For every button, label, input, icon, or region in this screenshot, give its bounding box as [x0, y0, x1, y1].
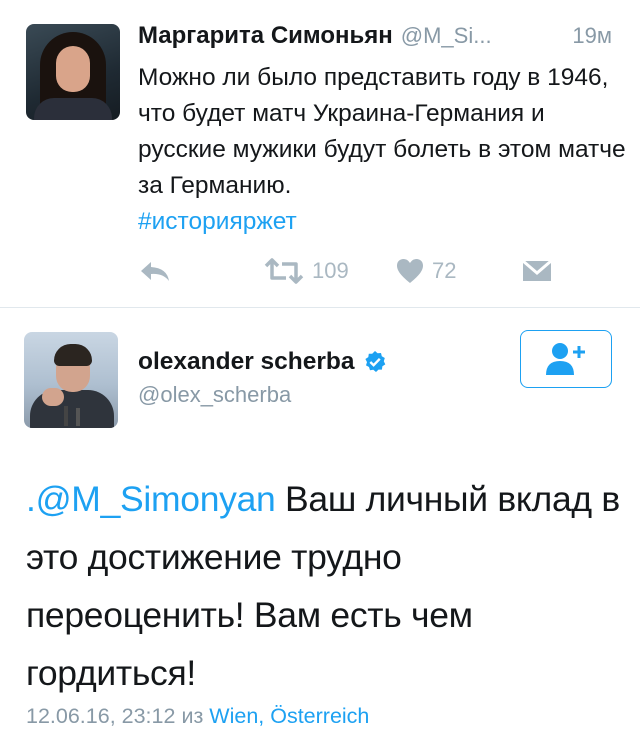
tweet-header: olexander scherba [138, 346, 387, 378]
like-count: 72 [432, 258, 457, 283]
microphone [76, 408, 80, 426]
avatar-hair [54, 344, 92, 366]
follow-button[interactable] [520, 330, 612, 388]
verified-badge-icon [363, 350, 387, 374]
tweet-divider [0, 307, 640, 308]
tweet-meta: 12.06.16, 23:12 из Wien, Österreich [26, 704, 369, 729]
tweet-header: Маргарита Симоньян @M_Si... 19м [138, 22, 618, 54]
hashtag-link[interactable]: #историяржет [138, 204, 297, 240]
follow-user-icon [546, 343, 585, 375]
avatar-hand [42, 388, 64, 406]
microphone [64, 406, 68, 426]
reply-button[interactable] [138, 254, 172, 288]
author-name[interactable]: Маргарита Симоньян [138, 22, 393, 49]
author-name[interactable]: olexander scherba [138, 348, 355, 376]
avatar-face [56, 46, 90, 92]
avatar[interactable] [24, 332, 118, 428]
envelope-icon [522, 259, 552, 281]
heart-icon [397, 259, 423, 283]
tweet-actions: 109 72 [138, 254, 608, 288]
mention-link[interactable]: .@M_Simonyan [26, 479, 276, 519]
tweet-datetime[interactable]: 12.06.16, 23:12 [26, 704, 175, 728]
like-button[interactable]: 72 [396, 254, 456, 288]
tweet-timestamp[interactable]: 19м [572, 23, 612, 49]
tweet-simonyan[interactable]: Маргарита Симоньян @M_Si... 19м Можно ли … [0, 0, 640, 307]
message-button[interactable] [522, 254, 552, 288]
tweet-text: Можно ли было представить году в 1946, ч… [138, 64, 626, 199]
avatar[interactable] [26, 24, 120, 120]
author-handle[interactable]: @M_Si... [401, 23, 492, 48]
location-link[interactable]: Wien, Österreich [209, 704, 369, 728]
retweet-count: 109 [312, 258, 349, 283]
avatar-shirt [34, 98, 112, 120]
tweet-text: .@M_Simonyan Ваш личный вклад в это дост… [26, 470, 626, 702]
from-word: из [181, 704, 204, 728]
retweet-button[interactable]: 109 [264, 254, 349, 288]
author-handle[interactable]: @olex_scherba [138, 382, 291, 408]
reply-icon [141, 262, 169, 281]
retweet-icon [264, 258, 304, 284]
